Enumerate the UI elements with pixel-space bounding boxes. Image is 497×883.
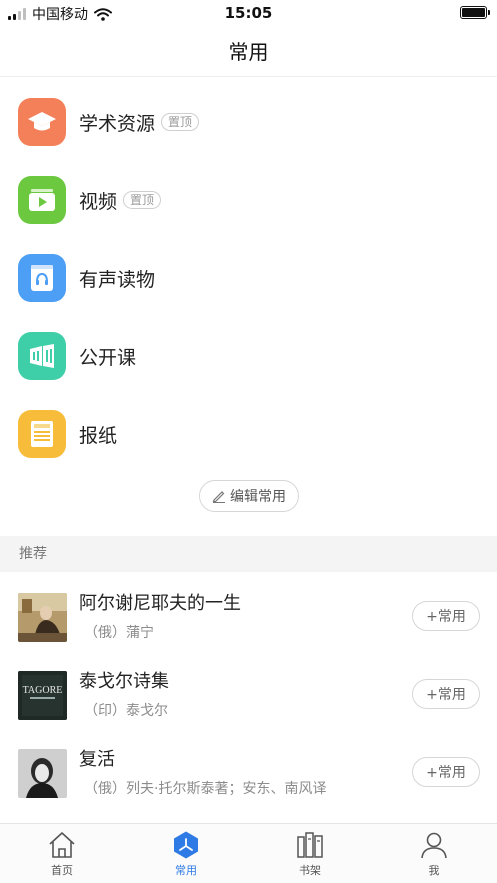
- recommend-header: 推荐: [0, 536, 497, 572]
- book-item[interactable]: 复活 （俄）列夫·托尔斯泰著；安东、南风译 +常用: [18, 749, 480, 799]
- book-cover: [18, 593, 67, 642]
- tab-home[interactable]: 首页: [32, 830, 92, 878]
- frequent-item-video[interactable]: 视频 置顶: [18, 176, 162, 224]
- edit-frequent-label: 编辑常用: [230, 489, 286, 505]
- tab-label: 首页: [51, 864, 73, 877]
- add-frequent-button[interactable]: +常用: [412, 601, 480, 631]
- book-author: （俄）列夫·托尔斯泰著；安东、南风译: [84, 781, 327, 797]
- frequent-item-open-course[interactable]: 公开课: [18, 332, 136, 380]
- edit-frequent-button[interactable]: 编辑常用: [199, 480, 299, 512]
- frequent-item-audiobook[interactable]: 有声读物: [18, 254, 155, 302]
- graduation-cap-icon: [18, 98, 66, 146]
- status-bar: 中国移动 15:05: [0, 0, 497, 26]
- book-author: （印）泰戈尔: [84, 703, 168, 719]
- frequent-item-newspaper[interactable]: 报纸: [18, 410, 117, 458]
- frequent-item-label: 报纸: [79, 424, 118, 447]
- open-course-icon: [18, 332, 66, 380]
- book-title: 阿尔谢尼耶夫的一生: [79, 593, 241, 614]
- tab-bookshelf[interactable]: 书架: [280, 830, 340, 878]
- frequent-item-label: 有声读物: [79, 268, 156, 291]
- frequent-item-label: 视频: [79, 190, 118, 213]
- tab-me[interactable]: 我: [404, 830, 464, 878]
- book-cover: TAGORE: [18, 671, 67, 720]
- add-frequent-button[interactable]: +常用: [412, 757, 480, 787]
- frequent-item-academic[interactable]: 学术资源 置顶: [18, 98, 200, 146]
- status-time: 15:05: [224, 4, 273, 22]
- pinned-badge: 置顶: [123, 191, 162, 209]
- tab-label: 常用: [175, 864, 197, 877]
- user-icon: [421, 832, 447, 859]
- book-title: 复活: [79, 749, 115, 770]
- video-play-icon: [18, 176, 66, 224]
- book-title: 泰戈尔诗集: [79, 671, 169, 692]
- book-author: （俄）蒲宁: [84, 625, 154, 641]
- book-item[interactable]: TAGORE 泰戈尔诗集 （印）泰戈尔 +常用: [18, 671, 480, 721]
- frequent-hexagon-icon: [174, 831, 198, 859]
- home-icon: [49, 832, 75, 858]
- tab-frequent[interactable]: 常用: [156, 830, 216, 878]
- newspaper-icon: [18, 410, 66, 458]
- tab-bar: 首页 常用 书架 我: [0, 823, 497, 883]
- bookshelf-icon: [297, 832, 323, 858]
- tab-label: 我: [428, 864, 440, 877]
- headphones-book-icon: [18, 254, 66, 302]
- page-title: 常用: [228, 40, 269, 64]
- nav-divider: [0, 76, 497, 77]
- tab-label: 书架: [299, 864, 321, 877]
- frequent-item-label: 学术资源: [79, 112, 156, 135]
- book-item[interactable]: 阿尔谢尼耶夫的一生 （俄）蒲宁 +常用: [18, 593, 480, 643]
- pencil-icon: [212, 491, 225, 503]
- book-cover: [18, 749, 67, 798]
- battery-icon: [460, 6, 490, 19]
- pinned-badge: 置顶: [161, 113, 200, 131]
- cover-title-text: TAGORE: [23, 685, 63, 696]
- add-frequent-button[interactable]: +常用: [412, 679, 480, 709]
- frequent-item-label: 公开课: [79, 346, 137, 369]
